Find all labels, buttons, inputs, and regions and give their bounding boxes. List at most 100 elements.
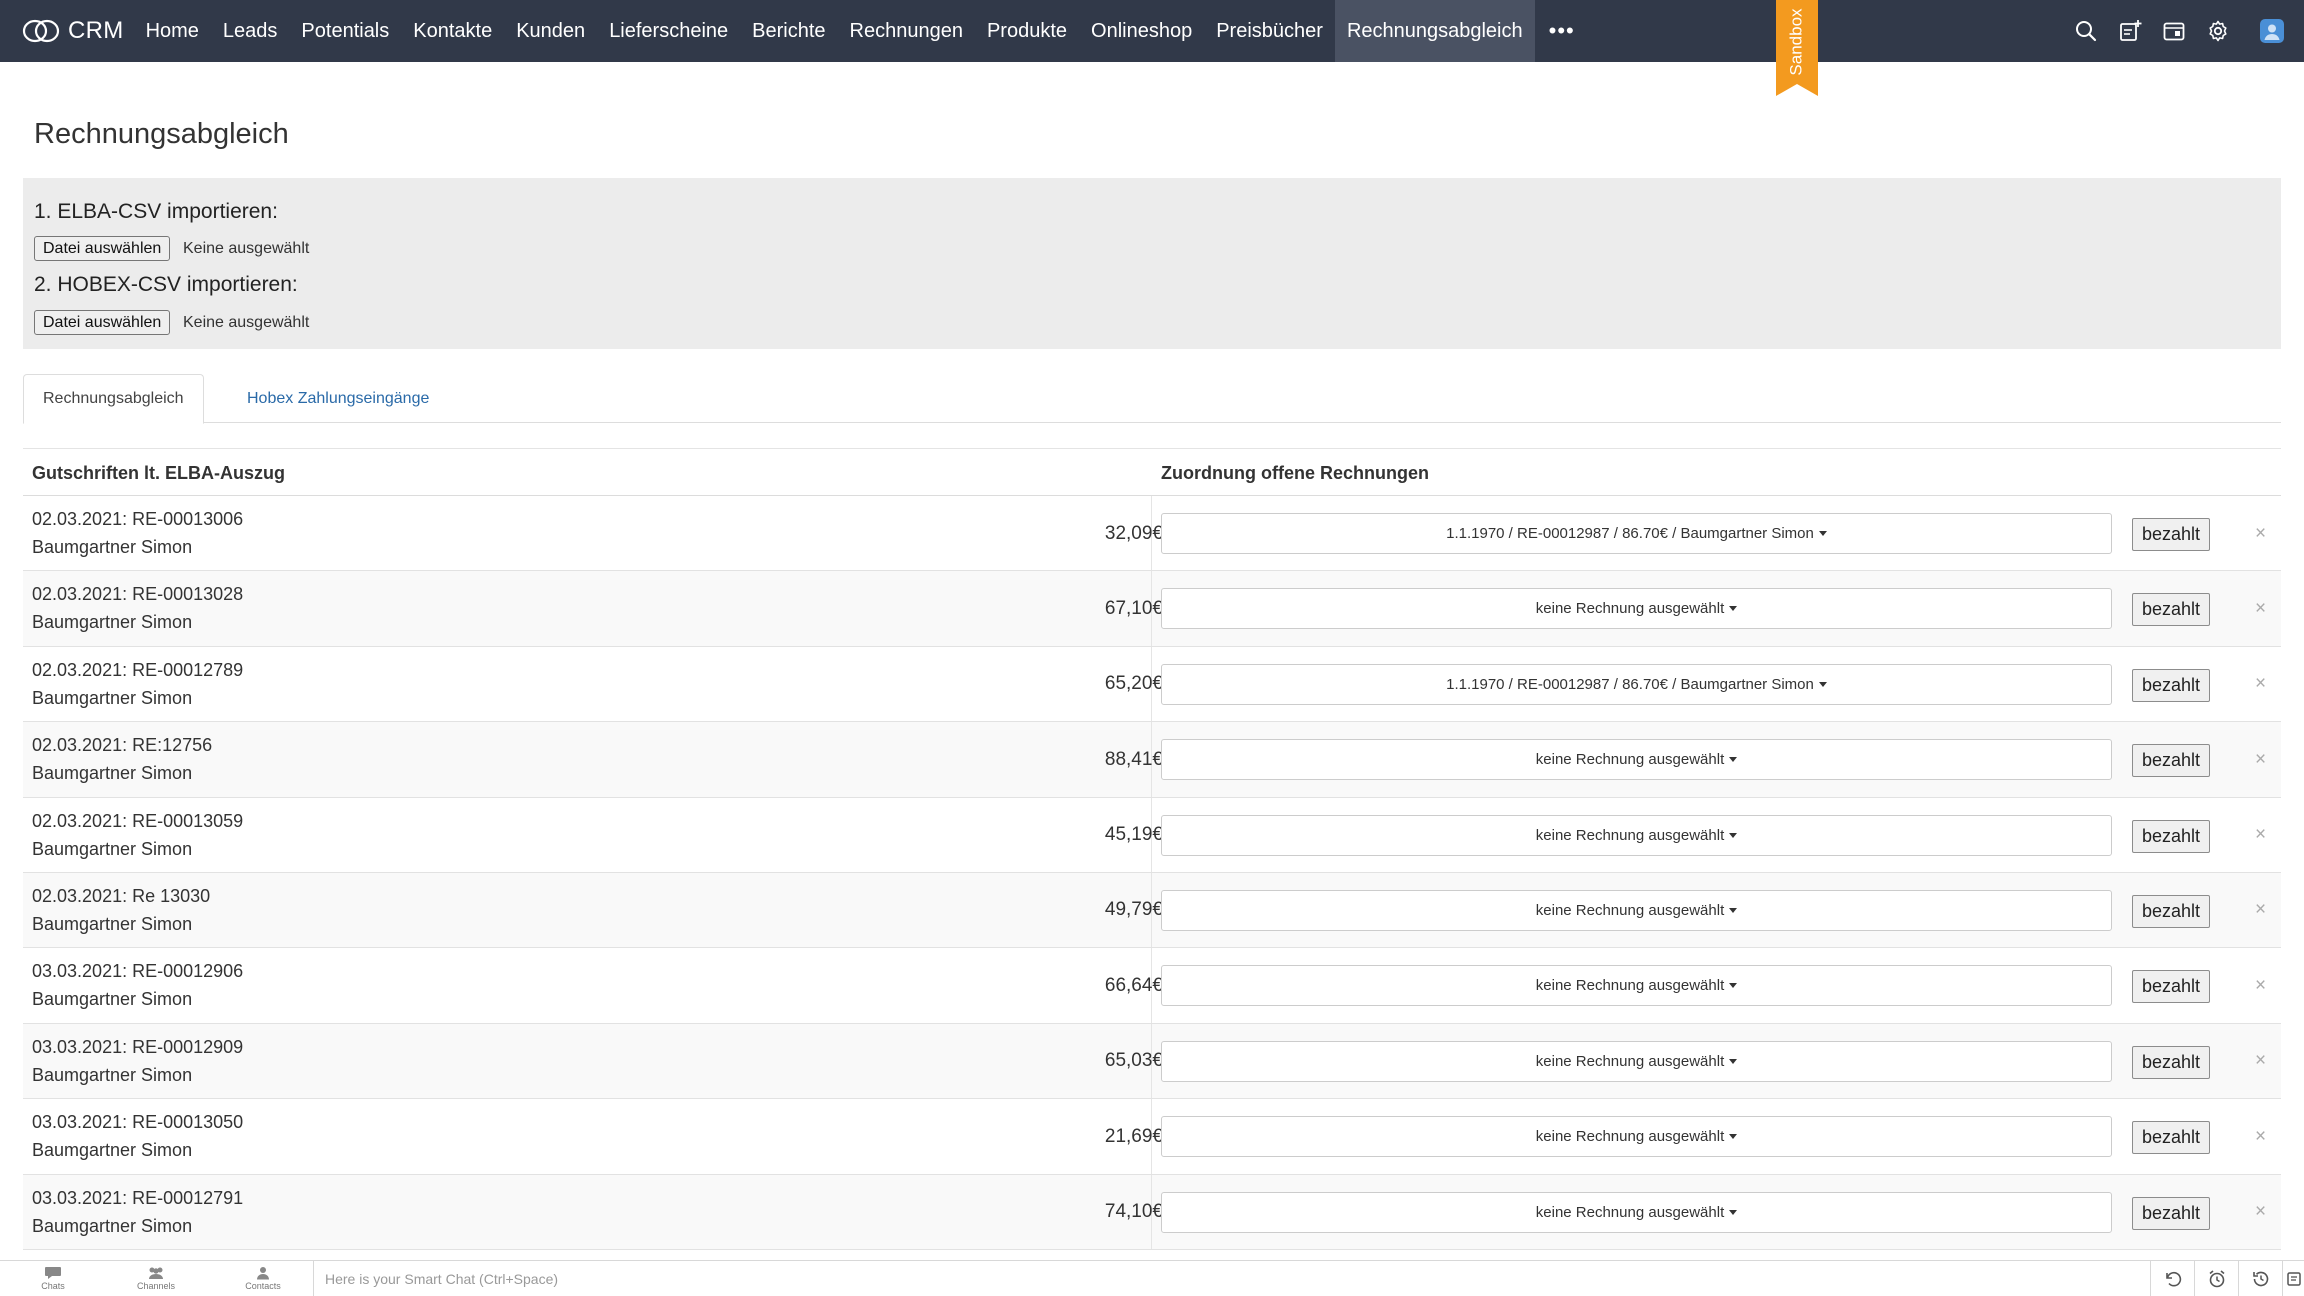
- invoice-assignment-value: keine Rechnung ausgewählt: [1535, 1128, 1725, 1146]
- brand-logo[interactable]: CRM: [0, 0, 134, 62]
- invoice-assignment-value: keine Rechnung ausgewählt: [1535, 1203, 1725, 1221]
- invoice-assignment-select[interactable]: keine Rechnung ausgewählt: [1161, 889, 2112, 931]
- table-row: 03.03.2021: RE-00012791 Baumgartner Simon…: [23, 1174, 2281, 1250]
- nav-item-rechnungsabgleich[interactable]: Rechnungsabgleich: [1334, 0, 1535, 62]
- nav-item-produkte[interactable]: Produkte: [975, 0, 1079, 62]
- invoice-assignment-select[interactable]: keine Rechnung ausgewählt: [1161, 1116, 2112, 1158]
- invoice-assignment-select[interactable]: keine Rechnung ausgewählt: [1161, 814, 2112, 856]
- credit-amount: 49,79€: [1104, 899, 1163, 921]
- mark-paid-button[interactable]: bezahlt: [2132, 1196, 2211, 1230]
- remove-row-icon[interactable]: ×: [2255, 571, 2266, 646]
- elba-file-status: Keine ausgewählt: [183, 240, 310, 257]
- nav-item-berichte[interactable]: Berichte: [740, 0, 837, 62]
- remove-row-icon[interactable]: ×: [2255, 873, 2266, 948]
- credit-date-reference: 02.03.2021: RE:12756: [32, 735, 213, 756]
- mark-paid-button[interactable]: bezahlt: [2132, 744, 2211, 778]
- credit-date-reference: 03.03.2021: RE-00012791: [32, 1187, 244, 1208]
- search-icon[interactable]: [2064, 0, 2108, 62]
- mark-paid-button[interactable]: bezahlt: [2132, 593, 2211, 627]
- contacts-icon: [257, 1267, 269, 1280]
- remove-row-icon[interactable]: ×: [2255, 647, 2266, 722]
- credit-amount: 21,69€: [1104, 1125, 1163, 1147]
- nav-item-potentials[interactable]: Potentials: [289, 0, 401, 62]
- credit-date-reference: 02.03.2021: RE-00013059: [32, 810, 244, 831]
- invoice-assignment-select[interactable]: keine Rechnung ausgewählt: [1161, 739, 2112, 781]
- tab-hobex-zahlungseingaenge[interactable]: Hobex Zahlungseingänge: [228, 374, 448, 424]
- table-row: 03.03.2021: RE-00013050 Baumgartner Simon…: [23, 1099, 2281, 1175]
- credit-customer-name: Baumgartner Simon: [32, 1215, 193, 1236]
- hobex-file-button[interactable]: Datei auswählen: [34, 310, 171, 335]
- remove-row-icon[interactable]: ×: [2255, 948, 2266, 1023]
- nav-item-kontakte[interactable]: Kontakte: [401, 0, 504, 62]
- nav-item-lieferscheine[interactable]: Lieferscheine: [597, 0, 740, 62]
- remove-row-icon[interactable]: ×: [2255, 722, 2266, 797]
- channels-icon: [149, 1267, 163, 1279]
- nav-item-rechnungen[interactable]: Rechnungen: [838, 0, 975, 62]
- reconciliation-table: Gutschriften lt. ELBA-Auszug Zuordnung o…: [23, 448, 2281, 1250]
- tab-rechnungsabgleich[interactable]: Rechnungsabgleich: [23, 374, 204, 424]
- notes-icon[interactable]: [2282, 1261, 2304, 1296]
- contacts-label: Contacts: [245, 1281, 281, 1291]
- caret-down-icon: [1729, 907, 1738, 913]
- invoice-assignment-select[interactable]: keine Rechnung ausgewählt: [1161, 1040, 2112, 1082]
- table-row: 03.03.2021: RE-00012909 Baumgartner Simon…: [23, 1023, 2281, 1100]
- nav-more-menu[interactable]: •••: [1535, 18, 1589, 44]
- mark-paid-button[interactable]: bezahlt: [2132, 668, 2211, 702]
- brand-name: CRM: [68, 17, 124, 44]
- mark-paid-button[interactable]: bezahlt: [2132, 970, 2211, 1004]
- invoice-assignment-value: keine Rechnung ausgewählt: [1535, 600, 1725, 618]
- hobex-import-label: 2. HOBEX-CSV importieren:: [34, 273, 298, 296]
- settings-gear-icon[interactable]: [2196, 0, 2240, 62]
- calendar-icon[interactable]: [2152, 0, 2196, 62]
- main-nav: Home Leads Potentials Kontakte Kunden Liefers…: [134, 0, 1535, 62]
- credit-customer-name: Baumgartner Simon: [32, 687, 193, 708]
- alarm-clock-icon[interactable]: [2194, 1261, 2238, 1296]
- column-header-credits: Gutschriften lt. ELBA-Auszug: [32, 462, 285, 483]
- caret-down-icon: [1729, 1209, 1738, 1215]
- tab-bar: Rechnungsabgleich Hobex Zahlungseingänge: [23, 374, 2281, 424]
- refresh-icon[interactable]: [2150, 1261, 2194, 1296]
- caret-down-icon: [1729, 983, 1738, 989]
- chat-icon: [45, 1267, 61, 1279]
- top-right-icons: [2064, 0, 2304, 62]
- mark-paid-button[interactable]: bezahlt: [2132, 894, 2211, 928]
- bottom-bar: Chats Channels Contacts Here is your Sma…: [0, 1260, 2304, 1296]
- bottom-right-tools: [2150, 1261, 2304, 1296]
- nav-item-kunden[interactable]: Kunden: [504, 0, 597, 62]
- mark-paid-button[interactable]: bezahlt: [2132, 819, 2211, 853]
- invoice-assignment-select[interactable]: 1.1.1970 / RE-00012987 / 86.70€ / Baumga…: [1161, 513, 2112, 554]
- chats-button[interactable]: Chats: [0, 1261, 106, 1296]
- channels-button[interactable]: Channels: [103, 1261, 209, 1296]
- contacts-button[interactable]: Contacts: [210, 1261, 316, 1296]
- invoice-assignment-select[interactable]: 1.1.1970 / RE-00012987 / 86.70€ / Baumga…: [1161, 663, 2112, 705]
- history-icon[interactable]: [2238, 1261, 2282, 1296]
- nav-item-onlineshop[interactable]: Onlineshop: [1079, 0, 1204, 62]
- invoice-assignment-select[interactable]: keine Rechnung ausgewählt: [1161, 588, 2112, 630]
- remove-row-icon[interactable]: ×: [2255, 1099, 2266, 1174]
- remove-row-icon[interactable]: ×: [2255, 1175, 2266, 1250]
- remove-row-icon[interactable]: ×: [2255, 1024, 2266, 1099]
- caret-down-icon: [1729, 606, 1738, 612]
- credit-amount: 66,64€: [1104, 974, 1163, 996]
- user-avatar[interactable]: [2240, 0, 2304, 62]
- elba-file-button[interactable]: Datei auswählen: [34, 236, 171, 261]
- nav-item-home[interactable]: Home: [134, 0, 211, 62]
- nav-item-leads[interactable]: Leads: [211, 0, 290, 62]
- invoice-assignment-select[interactable]: keine Rechnung ausgewählt: [1161, 1191, 2112, 1233]
- credit-amount: 45,19€: [1104, 824, 1163, 846]
- table-row: 02.03.2021: RE:12756 Baumgartner Simon 88,…: [23, 722, 2281, 798]
- caret-down-icon: [1729, 1058, 1738, 1064]
- mark-paid-button[interactable]: bezahlt: [2132, 1121, 2211, 1155]
- smart-chat-input[interactable]: Here is your Smart Chat (Ctrl+Space): [325, 1261, 558, 1296]
- invoice-assignment-select[interactable]: keine Rechnung ausgewählt: [1161, 965, 2112, 1007]
- quick-create-icon[interactable]: [2108, 0, 2152, 62]
- credit-amount: 88,41€: [1104, 748, 1163, 770]
- credit-amount: 67,10€: [1104, 597, 1163, 619]
- remove-row-icon[interactable]: ×: [2255, 798, 2266, 873]
- credit-date-reference: 02.03.2021: Re 13030: [32, 885, 211, 906]
- table-header: Gutschriften lt. ELBA-Auszug Zuordnung o…: [23, 448, 2281, 496]
- mark-paid-button[interactable]: bezahlt: [2132, 518, 2211, 551]
- mark-paid-button[interactable]: bezahlt: [2132, 1045, 2211, 1079]
- nav-item-preisbücher[interactable]: Preisbücher: [1204, 0, 1335, 62]
- remove-row-icon[interactable]: ×: [2255, 496, 2266, 571]
